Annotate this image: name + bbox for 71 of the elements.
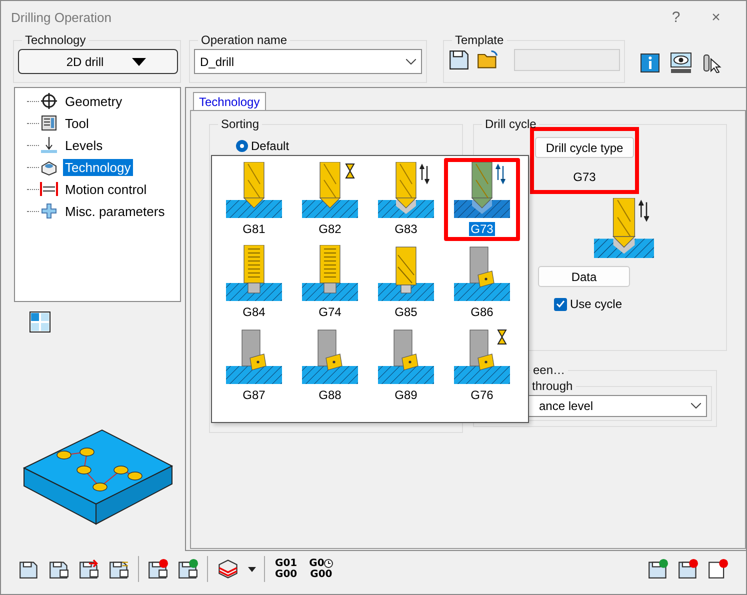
chevron-icon	[406, 58, 416, 64]
technology-dropdown[interactable]: 2D drill	[18, 49, 178, 74]
gcode-button[interactable]: G0 G00	[307, 558, 336, 580]
group-label: through	[531, 379, 574, 393]
drill-cycle-icon	[226, 328, 282, 384]
tab[interactable]: Technology	[193, 92, 266, 110]
data-button[interactable]: Data	[538, 266, 630, 287]
drill-cycle-icon	[454, 328, 510, 384]
check-icon	[556, 300, 565, 308]
tree-item[interactable]: Tool	[63, 114, 91, 132]
exit-icon[interactable]	[707, 558, 729, 580]
open-folder-icon[interactable]	[476, 49, 500, 71]
layout-grid-icon[interactable]	[28, 310, 52, 334]
cycle-option[interactable]: G86	[444, 241, 520, 324]
tree-item[interactable]: Geometry	[63, 92, 124, 110]
help-button[interactable]: ?	[656, 8, 696, 26]
save-icon[interactable]	[448, 49, 470, 71]
drill-cycle-icon	[302, 162, 358, 218]
cycle-option[interactable]: G81	[216, 158, 292, 241]
group-label: een…	[532, 363, 566, 377]
drill-cycle-icon	[378, 328, 434, 384]
group-label: Sorting	[220, 117, 260, 131]
cycle-option[interactable]: G73	[444, 158, 520, 241]
group-label: Operation name	[200, 33, 288, 47]
cycle-option[interactable]: G74	[292, 241, 368, 324]
cycle-option[interactable]: G84	[216, 241, 292, 324]
save-remove-icon[interactable]	[677, 558, 699, 580]
caret-icon	[132, 58, 146, 66]
group-label: Drill cycle	[484, 117, 538, 131]
cycle-option[interactable]: G87	[216, 324, 292, 407]
cycle-option[interactable]: G82	[292, 158, 368, 241]
save-add-icon[interactable]	[177, 558, 199, 580]
drill-cycle-icon	[378, 162, 434, 218]
close-button[interactable]: ×	[696, 8, 736, 26]
gcode-button[interactable]: G01 G00	[273, 558, 300, 580]
drill-cycle-icon	[454, 245, 510, 301]
drill-cycle-icon	[226, 245, 282, 301]
levels-icon	[39, 136, 59, 154]
cycle-option[interactable]: G89	[368, 324, 444, 407]
cycle-option[interactable]: G85	[368, 241, 444, 324]
info-icon[interactable]	[639, 51, 661, 75]
chevron-icon	[691, 403, 701, 409]
drill-cycle-icon	[226, 162, 282, 218]
tree-item[interactable]: Levels	[63, 136, 105, 154]
window-title: Drilling Operation	[11, 10, 112, 24]
eye-icon[interactable]	[669, 51, 693, 75]
drill-cycle-value: G73	[573, 170, 596, 184]
save-arrow-icon[interactable]	[78, 558, 100, 580]
operation-name-field[interactable]: D_drill	[194, 49, 422, 74]
tree-item[interactable]: Motion control	[63, 180, 149, 198]
template-field[interactable]	[514, 49, 620, 71]
drill-cycle-icon	[594, 198, 654, 258]
cycle-option[interactable]: G88	[292, 324, 368, 407]
drill-cycle-type-button[interactable]: Drill cycle type	[534, 137, 634, 158]
save-remove-icon[interactable]	[147, 558, 169, 580]
tree-item[interactable]: Misc. parameters	[63, 202, 167, 220]
drill-cycle-icon	[454, 162, 510, 218]
group-label: Technology	[24, 33, 87, 47]
drill-cycle-icon	[378, 245, 434, 301]
plus-icon	[39, 202, 59, 220]
tree-item[interactable]: Technology	[63, 158, 133, 176]
layers-icon[interactable]	[216, 558, 240, 580]
clock-icon	[324, 559, 334, 568]
save-add-icon[interactable]	[647, 558, 669, 580]
drill-cycle-icon	[302, 245, 358, 301]
drill-cycle-icon	[302, 328, 358, 384]
caret-icon	[248, 566, 256, 572]
group-label: Template	[454, 33, 505, 47]
cycle-option[interactable]: G83	[368, 158, 444, 241]
use-cycle-checkbox[interactable]: Use cycle	[554, 297, 722, 311]
crosshair-icon	[39, 92, 59, 110]
